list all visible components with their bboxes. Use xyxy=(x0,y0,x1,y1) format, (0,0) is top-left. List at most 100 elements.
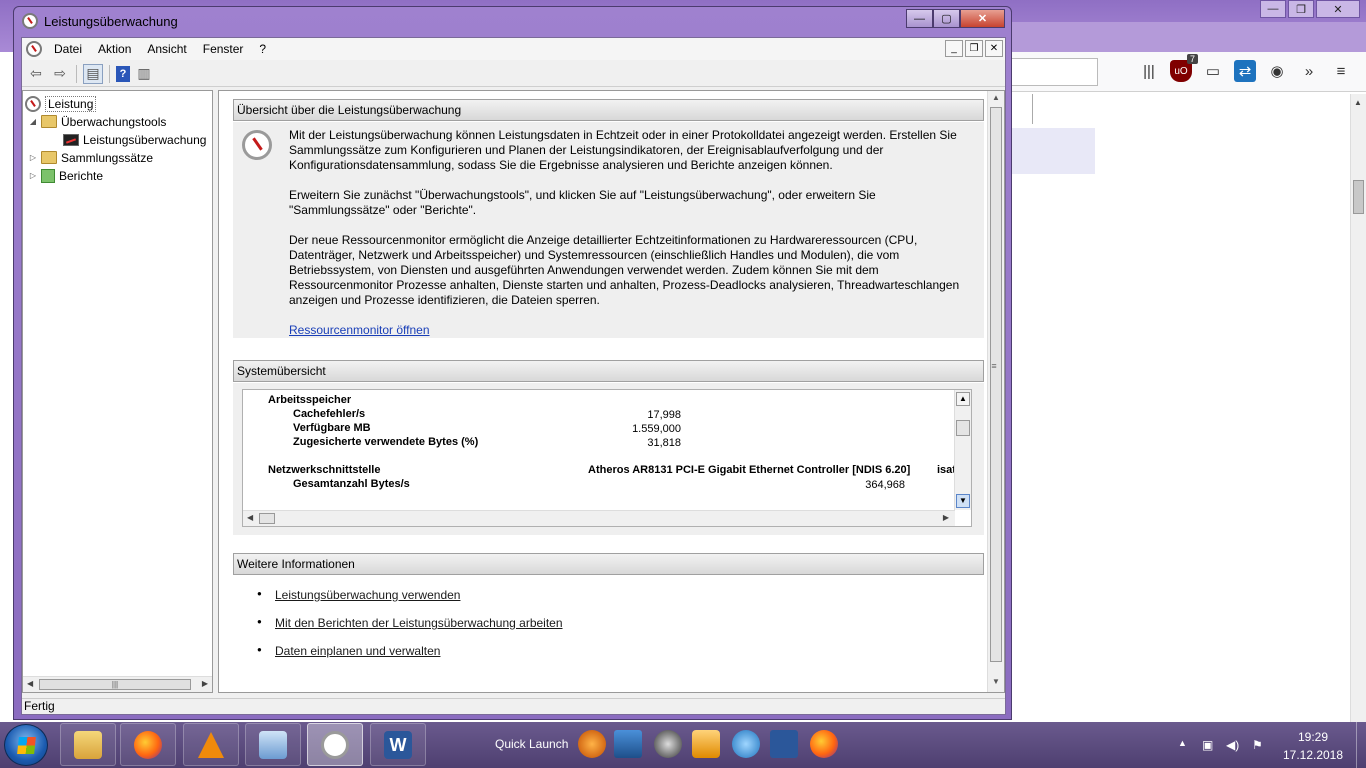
background-minimize-button[interactable]: — xyxy=(1260,0,1286,18)
background-window-controls: — ❐ ✕ xyxy=(1260,0,1360,18)
scroll-up-arrow-icon[interactable]: ▲ xyxy=(956,392,970,406)
schedule-data-link[interactable]: Daten einplanen und verwalten xyxy=(275,644,440,658)
ql-internet-explorer-icon[interactable] xyxy=(732,730,760,758)
sidebar-icon[interactable]: ▭ xyxy=(1202,60,1224,82)
show-hide-action-pane-icon[interactable]: ▥ xyxy=(134,64,154,84)
background-maximize-button[interactable]: ❐ xyxy=(1288,0,1314,18)
list-item: Daten einplanen und verwalten xyxy=(257,644,563,672)
network-category: Netzwerkschnittstelle xyxy=(268,464,381,476)
taskbar-vlc[interactable] xyxy=(183,723,239,766)
tree-item-berichte[interactable]: ▷ Berichte xyxy=(29,167,103,184)
system-vertical-scrollbar[interactable]: ▲ ▼ xyxy=(954,390,971,510)
counter-value: 17,998 xyxy=(647,409,681,421)
details-scroll-thumb[interactable] xyxy=(990,107,1002,662)
maximize-button[interactable]: ▢ xyxy=(933,9,960,28)
ql-brave-icon[interactable] xyxy=(578,730,606,758)
perfmon-taskbar-icon xyxy=(321,730,349,759)
background-url-bar[interactable] xyxy=(1010,58,1098,86)
taskbar-perfmon[interactable] xyxy=(307,723,363,766)
media-icon[interactable]: ◉ xyxy=(1266,60,1288,82)
details-vertical-scrollbar[interactable]: ▲ ≡ ▼ xyxy=(987,91,1004,692)
more-info-list: Leistungsüberwachung verwenden Mit den B… xyxy=(257,588,563,672)
scroll-up-arrow-icon[interactable]: ▲ xyxy=(992,93,1000,102)
use-perfmon-link[interactable]: Leistungsüberwachung verwenden xyxy=(275,588,460,602)
sync-icon[interactable]: ⇄ xyxy=(1234,60,1256,82)
scroll-right-arrow-icon[interactable]: ▶ xyxy=(202,679,208,688)
flag-icon[interactable]: ⚑ xyxy=(1252,738,1266,752)
system-summary-list[interactable]: Arbeitsspeicher Cachefehler/s 17,998 Ver… xyxy=(242,389,972,527)
back-arrow-icon[interactable]: ⇦ xyxy=(26,64,46,84)
ublock-icon[interactable]: uO 7 xyxy=(1170,54,1198,82)
explorer-icon xyxy=(74,730,102,759)
system-hscroll-thumb[interactable] xyxy=(259,513,275,524)
open-resource-monitor-link[interactable]: Ressourcenmonitor öffnen xyxy=(289,323,430,337)
scroll-up-arrow-icon[interactable]: ▲ xyxy=(1354,98,1362,107)
mdi-restore-button[interactable]: ❐ xyxy=(965,40,983,57)
counter-name: Cachefehler/s xyxy=(293,408,366,420)
ql-outlook-icon[interactable] xyxy=(692,730,720,758)
show-hide-console-tree-icon[interactable]: ▤ xyxy=(83,63,103,84)
taskbar-word[interactable]: W xyxy=(370,723,426,766)
taskbar-remote-desktop[interactable] xyxy=(245,723,301,766)
tree-item-sammlungssaetze[interactable]: ▷ Sammlungssätze xyxy=(29,149,153,166)
list-item: Leistungsüberwachung verwenden xyxy=(257,588,563,616)
mdi-controls: _ ❐ ✕ xyxy=(945,40,1003,57)
ql-word-icon[interactable] xyxy=(770,730,798,758)
tree-item-leistungsueberwachung[interactable]: Leistungsüberwachung xyxy=(63,131,206,148)
expand-triangle-icon[interactable]: ▷ xyxy=(29,153,37,162)
scroll-down-arrow-icon[interactable]: ▼ xyxy=(956,494,970,508)
menu-aktion[interactable]: Aktion xyxy=(90,42,139,56)
tree-item-leistung[interactable]: Leistung xyxy=(25,95,97,112)
mdi-app-icon[interactable] xyxy=(26,41,42,57)
ql-firefox-icon[interactable] xyxy=(810,730,838,758)
scroll-left-arrow-icon[interactable]: ◀ xyxy=(247,513,253,522)
background-scrollbar[interactable]: ▲ xyxy=(1350,94,1366,722)
taskbar: W Quick Launch ▲ ▣ ◀) ⚑ 19:29 17.12.2018 xyxy=(0,722,1366,768)
system-horizontal-scrollbar[interactable]: ◀ ▶ xyxy=(243,510,955,526)
tree-horizontal-scrollbar[interactable]: ◀ ||| ▶ xyxy=(23,676,212,692)
forward-arrow-icon[interactable]: ⇨ xyxy=(50,64,70,84)
system-scroll-thumb[interactable] xyxy=(956,420,970,436)
menu-fenster[interactable]: Fenster xyxy=(195,42,252,56)
toolbar-separator xyxy=(109,64,110,83)
system-summary-heading: Systemübersicht xyxy=(233,360,984,382)
tray-expand-icon[interactable]: ▲ xyxy=(1178,738,1187,748)
overview-text: Mit der Leistungsüberwachung können Leis… xyxy=(289,128,979,338)
scroll-grip-icon: ≡ xyxy=(991,361,997,371)
reports-link[interactable]: Mit den Berichten der Leistungsüberwachu… xyxy=(275,616,563,630)
mdi-close-button[interactable]: ✕ xyxy=(985,40,1003,57)
memory-category: Arbeitsspeicher xyxy=(268,394,352,406)
word-icon: W xyxy=(384,730,412,759)
mmc-client-area: Datei Aktion Ansicht Fenster ? _ ❐ ✕ ⇦ ⇨… xyxy=(21,37,1006,715)
expand-triangle-icon[interactable]: ▷ xyxy=(29,171,37,180)
hamburger-menu-icon[interactable]: ≡ xyxy=(1330,60,1352,82)
scroll-right-arrow-icon[interactable]: ▶ xyxy=(943,513,949,522)
show-desktop-button[interactable] xyxy=(1356,722,1366,768)
ql-app-icon[interactable] xyxy=(654,730,682,758)
menu-help[interactable]: ? xyxy=(251,42,274,56)
overflow-chevron-icon[interactable]: » xyxy=(1298,60,1320,82)
ql-desktop-icon[interactable] xyxy=(614,730,642,758)
library-icon[interactable]: ||| xyxy=(1138,60,1160,82)
folder-icon xyxy=(41,151,57,164)
background-close-button[interactable]: ✕ xyxy=(1316,0,1360,18)
clock[interactable]: 19:29 17.12.2018 xyxy=(1278,728,1348,764)
scroll-down-arrow-icon[interactable]: ▼ xyxy=(992,677,1000,686)
help-icon[interactable]: ? xyxy=(116,65,130,82)
start-button[interactable] xyxy=(4,724,48,766)
collapse-triangle-icon[interactable]: ◢ xyxy=(29,117,37,126)
tree-item-ueberwachungstools[interactable]: ◢ Überwachungstools xyxy=(29,113,166,130)
close-button[interactable]: ✕ xyxy=(960,9,1005,28)
volume-icon[interactable]: ◀) xyxy=(1226,738,1240,752)
background-scroll-thumb[interactable] xyxy=(1353,180,1364,214)
mdi-minimize-button[interactable]: _ xyxy=(945,40,963,57)
minimize-button[interactable]: — xyxy=(906,9,933,28)
taskbar-explorer[interactable] xyxy=(60,723,116,766)
taskbar-firefox[interactable] xyxy=(120,723,176,766)
network-icon[interactable]: ▣ xyxy=(1202,738,1216,752)
menu-datei[interactable]: Datei xyxy=(46,42,90,56)
scroll-left-arrow-icon[interactable]: ◀ xyxy=(27,679,33,688)
menu-ansicht[interactable]: Ansicht xyxy=(139,42,194,56)
perfmon-node-icon xyxy=(25,95,41,112)
tree-scroll-thumb[interactable]: ||| xyxy=(39,679,191,690)
